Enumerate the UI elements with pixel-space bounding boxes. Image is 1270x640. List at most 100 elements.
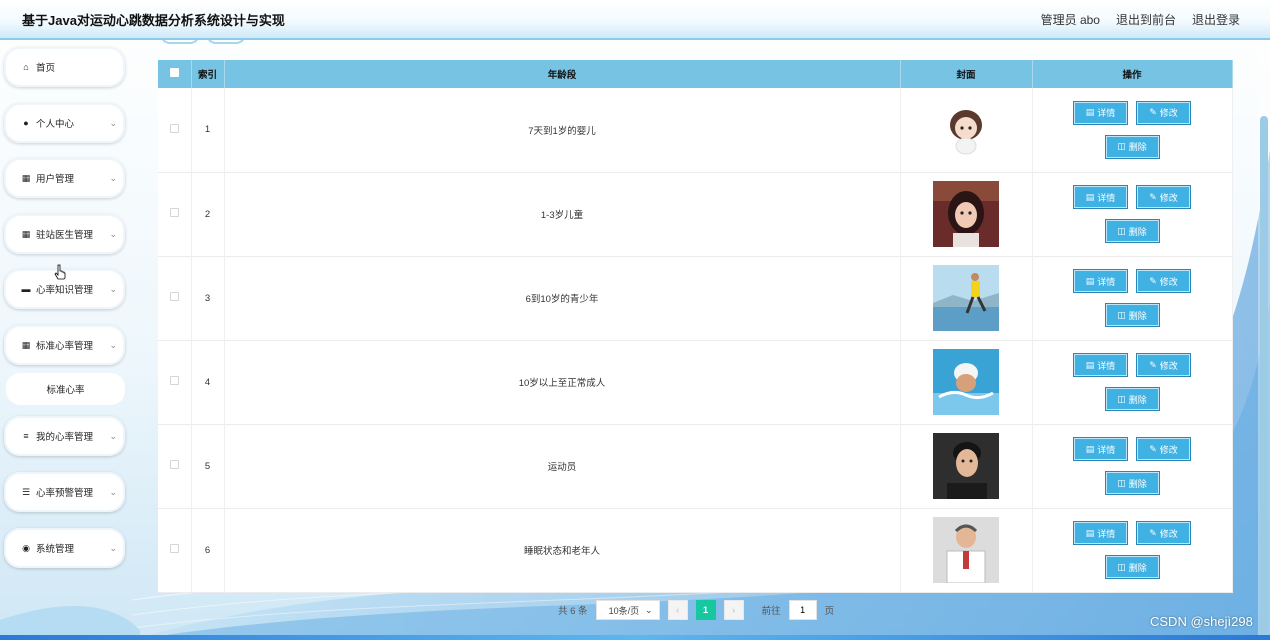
home-icon: ⌂ [23, 62, 29, 72]
detail-button[interactable]: ▤ 详情 [1073, 185, 1128, 209]
trash-icon: ◫ [1117, 141, 1126, 152]
row-actions: ▤ 详情 ✎ 修改 ◫ 删除 [1033, 437, 1232, 495]
trash-icon: ◫ [1117, 225, 1126, 236]
back-to-front-link[interactable]: 退出到前台 [1116, 11, 1176, 28]
table-row: 5 运动员 ▤ 详情 ✎ 修改 ◫ 删除 [158, 424, 1233, 508]
delete-button[interactable]: ◫ 删除 [1104, 387, 1160, 411]
scrollbar-thumb[interactable] [1260, 116, 1268, 636]
column-header-age-group: 年龄段 [224, 60, 901, 88]
cover-image-runner [933, 265, 999, 331]
detail-button[interactable]: ▤ 详情 [1073, 521, 1128, 545]
row-checkbox[interactable] [169, 460, 179, 469]
document-icon: ▤ [1085, 443, 1095, 454]
row-actions: ▤ 详情 ✎ 修改 ◫ 删除 [1033, 100, 1232, 159]
delete-button[interactable]: ◫ 删除 [1104, 555, 1160, 579]
row-age-group: 7天到1岁的婴儿 [224, 88, 901, 172]
row-checkbox[interactable] [169, 292, 179, 301]
sidebar-item-personal-center[interactable]: ● 个人中心 ⌄ [4, 103, 125, 143]
sidebar-item-standard-heart-rate[interactable]: ▦ 标准心率管理 ⌄ [4, 325, 125, 365]
delete-button[interactable]: ◫ 删除 [1104, 303, 1160, 327]
table-row: 6 睡眠状态和老年人 ▤ 详情 ✎ 修改 ◫ 删除 [158, 508, 1233, 592]
watermark: CSDN @shejì298 [1150, 614, 1253, 629]
row-index: 2 [191, 172, 225, 256]
edit-button[interactable]: ✎ 修改 [1136, 185, 1191, 209]
chevron-down-icon: ⌄ [109, 542, 117, 553]
pin-icon: ◉ [22, 542, 30, 553]
column-header-cover: 封面 [900, 60, 1033, 88]
page-size-select[interactable]: 10条/页 ⌄ [595, 600, 660, 620]
trash-icon: ◫ [1117, 561, 1126, 572]
total-count: 共 6 条 [558, 606, 588, 617]
edit-button[interactable]: ✎ 修改 [1136, 353, 1191, 377]
table-header-row: 索引 年龄段 封面 操作 [158, 60, 1233, 88]
edit-button[interactable]: ✎ 修改 [1136, 437, 1191, 461]
edit-button[interactable]: ✎ 修改 [1136, 521, 1191, 545]
cover-image-swimmer [933, 349, 999, 415]
sidebar-item-user-management[interactable]: ▦ 用户管理 ⌄ [4, 158, 125, 198]
row-index: 1 [191, 88, 225, 172]
delete-button[interactable]: ◫ 删除 [1104, 471, 1160, 495]
document-icon: ▤ [1085, 107, 1095, 118]
sidebar-item-home[interactable]: ⌂ 首页 [4, 47, 125, 87]
detail-button[interactable]: ▤ 详情 [1073, 437, 1128, 461]
document-icon: ▤ [1085, 527, 1095, 538]
detail-button[interactable]: ▤ 详情 [1073, 100, 1128, 125]
sidebar-item-label: 系统管理 [36, 544, 75, 555]
list-icon: ☰ [21, 486, 31, 497]
row-checkbox[interactable] [169, 376, 179, 385]
row-actions: ▤ 详情 ✎ 修改 ◫ 删除 [1033, 185, 1232, 243]
admin-user-label[interactable]: 管理员 abo [1041, 11, 1100, 28]
goto-label: 前往 [761, 606, 781, 617]
select-all-checkbox[interactable] [169, 68, 179, 77]
chevron-down-icon: ⌄ [109, 486, 117, 497]
trash-icon: ◫ [1117, 309, 1126, 320]
page-number-current[interactable]: 1 [695, 600, 716, 620]
row-age-group: 睡眠状态和老年人 [224, 508, 901, 592]
row-age-group: 运动员 [224, 424, 901, 508]
sidebar-item-label: 驻站医生管理 [36, 230, 94, 241]
sidebar-item-label: 心率知识管理 [36, 285, 94, 296]
chevron-down-icon: ⌄ [109, 339, 117, 350]
document-icon: ▤ [1085, 191, 1095, 202]
detail-button[interactable]: ▤ 详情 [1073, 269, 1128, 293]
edit-icon: ✎ [1149, 443, 1157, 454]
page-suffix: 页 [824, 606, 835, 617]
sidebar-item-system-management[interactable]: ◉ 系统管理 ⌄ [4, 528, 125, 568]
sidebar-item-doctor-management[interactable]: ▦ 驻站医生管理 ⌄ [4, 214, 125, 254]
row-checkbox[interactable] [169, 208, 179, 217]
logout-link[interactable]: 退出登录 [1192, 11, 1240, 28]
chevron-down-icon: ⌄ [109, 117, 117, 128]
sliders-icon: ≡ [23, 431, 29, 441]
goto-page-input[interactable] [788, 600, 817, 620]
sidebar-item-heart-warning[interactable]: ☰ 心率预警管理 ⌄ [4, 472, 125, 512]
delete-button[interactable]: ◫ 删除 [1104, 134, 1160, 159]
detail-button[interactable]: ▤ 详情 [1073, 353, 1128, 377]
column-header-index: 索引 [191, 60, 225, 88]
row-checkbox[interactable] [169, 544, 179, 553]
edit-button[interactable]: ✎ 修改 [1136, 100, 1191, 125]
next-page-button[interactable]: › [723, 600, 744, 620]
row-actions: ▤ 详情 ✎ 修改 ◫ 删除 [1033, 521, 1232, 579]
row-checkbox[interactable] [169, 123, 179, 133]
table-row: 3 6到10岁的青少年 ▤ 详情 ✎ 修改 ◫ 删除 [158, 256, 1233, 340]
pagination: 共 6 条 10条/页 ⌄ ‹ 1 › 前往 页 [558, 600, 834, 620]
sidebar-item-my-heart-rate[interactable]: ≡ 我的心率管理 ⌄ [4, 416, 125, 456]
delete-button[interactable]: ◫ 删除 [1104, 219, 1160, 243]
grid-icon: ▦ [21, 228, 31, 239]
cover-image-doctor [933, 517, 999, 583]
header-actions: 管理员 abo 退出到前台 退出登录 [1041, 11, 1240, 28]
monitor-icon: ▬ [21, 284, 31, 294]
data-table: 索引 年龄段 封面 操作 1 7天到1岁的婴儿 ▤ 详情 ✎ 修改 ◫ 删除 2… [158, 60, 1233, 593]
cover-image-child [933, 181, 999, 247]
chevron-down-icon: ⌄ [109, 430, 117, 441]
sidebar-item-label: 标准心率管理 [36, 341, 94, 352]
row-index: 4 [191, 340, 225, 424]
sidebar-subitem-standard-heart-rate[interactable]: 标准心率 [6, 373, 125, 405]
row-index: 6 [191, 508, 225, 592]
prev-page-button[interactable]: ‹ [667, 600, 688, 620]
edit-button[interactable]: ✎ 修改 [1136, 269, 1191, 293]
trash-icon: ◫ [1117, 393, 1126, 404]
row-actions: ▤ 详情 ✎ 修改 ◫ 删除 [1033, 269, 1232, 327]
chevron-down-icon: ⌄ [109, 228, 117, 239]
chevron-down-icon: ⌄ [109, 283, 117, 294]
